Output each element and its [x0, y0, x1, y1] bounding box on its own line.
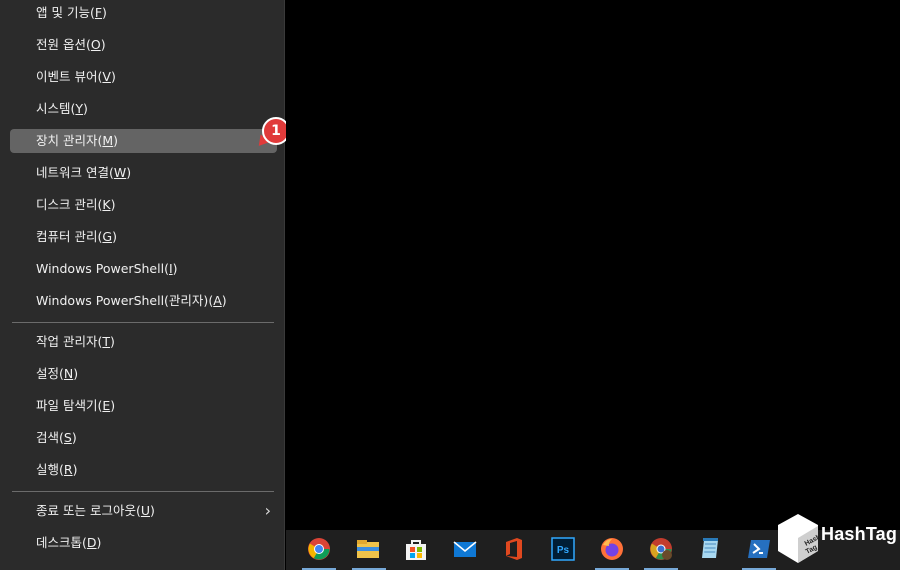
chrome-icon[interactable]: [307, 537, 331, 561]
menu-item-disk-management[interactable]: 디스크 관리(K): [10, 193, 277, 217]
menu-item-system[interactable]: 시스템(Y): [10, 97, 277, 121]
menu-item-device-manager[interactable]: 장치 관리자(M): [10, 129, 277, 153]
notepad-icon[interactable]: [698, 537, 722, 561]
hashtag-logo-icon: Hash Tag: [778, 514, 820, 563]
menu-item-search[interactable]: 검색(S): [10, 426, 277, 450]
svg-text:Ps: Ps: [557, 545, 570, 556]
menu-item-shutdown-signout[interactable]: 종료 또는 로그아웃(U) ›: [10, 499, 277, 523]
firefox-icon[interactable]: [600, 537, 624, 561]
chrome-canary-icon[interactable]: [649, 537, 673, 561]
menu-item-power-options[interactable]: 전원 옵션(O): [10, 33, 277, 57]
menu-item-powershell[interactable]: Windows PowerShell(I): [10, 257, 277, 281]
menu-item-event-viewer[interactable]: 이벤트 뷰어(V): [10, 65, 277, 89]
office-icon[interactable]: [502, 537, 526, 561]
store-icon[interactable]: [404, 537, 428, 561]
desktop-area: [286, 0, 900, 530]
menu-item-run[interactable]: 실행(R): [10, 458, 277, 482]
chevron-right-icon: ›: [264, 501, 271, 520]
menu-item-computer-management[interactable]: 컴퓨터 관리(G): [10, 225, 277, 249]
menu-item-network-connections[interactable]: 네트워크 연결(W): [10, 161, 277, 185]
watermark-text: HashTag: [821, 524, 898, 544]
menu-item-task-manager[interactable]: 작업 관리자(T): [10, 330, 277, 354]
winx-context-menu: 앱 및 기능(F) 전원 옵션(O) 이벤트 뷰어(V) 시스템(Y) 장치 관…: [0, 0, 285, 570]
menu-separator: [12, 322, 274, 323]
file-explorer-icon[interactable]: [356, 537, 380, 561]
menu-item-powershell-admin[interactable]: Windows PowerShell(관리자)(A): [10, 289, 277, 313]
mail-icon[interactable]: [453, 537, 477, 561]
menu-item-apps-features[interactable]: 앱 및 기능(F): [10, 1, 277, 25]
menu-separator: [12, 491, 274, 492]
menu-item-settings[interactable]: 설정(N): [10, 362, 277, 386]
photoshop-icon[interactable]: Ps: [551, 537, 575, 561]
hashtag-watermark: Hash Tag HashTag: [774, 512, 900, 570]
powershell-icon[interactable]: [747, 537, 771, 561]
menu-item-desktop[interactable]: 데스크톱(D): [10, 531, 277, 555]
menu-item-file-explorer[interactable]: 파일 탐색기(E): [10, 394, 277, 418]
